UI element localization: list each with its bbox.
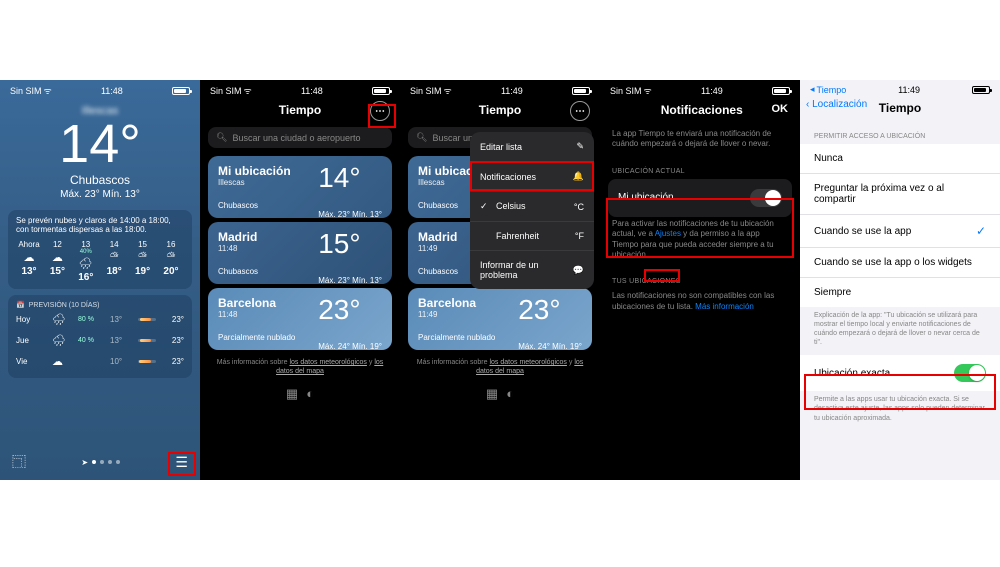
menu-celsius[interactable]: ✓Celsius°C (470, 192, 594, 222)
hour-column: 15⛅︎19° (130, 240, 156, 283)
search-icon: 🔍︎ (216, 132, 227, 143)
city-card[interactable]: Mi ubicaciónIllescasChubascos14°Máx. 23°… (208, 156, 392, 218)
back-button[interactable]: ‹ Localización (806, 99, 867, 110)
app-explanation: Explicación de la app: "Tu ubicación se … (800, 307, 1000, 355)
section-current-location: UBICACIÓN ACTUAL (600, 160, 800, 179)
twc-icon: ▦ (286, 386, 298, 402)
ok-button[interactable]: OK (772, 103, 789, 117)
day-row: Jue🌧40 %13°23° (16, 330, 184, 351)
menu-report-problem[interactable]: Informar de un problema💬 (470, 251, 594, 289)
city-card[interactable]: Madrid11:48Chubascos15°Máx. 23° Mín. 13° (208, 222, 392, 284)
hour-column: 14⛅︎18° (101, 240, 127, 283)
status-bar: Sin SIM ᯤ 11:48 (0, 80, 200, 99)
footer-link-meteo[interactable]: los datos meteorológicos (289, 359, 366, 366)
toggle-exact-location[interactable] (954, 364, 986, 382)
section-allow-access: PERMITIR ACCESO A UBICACIÓN (800, 123, 1000, 144)
context-menu: Editar lista✎ Notificaciones🔔 ✓Celsius°C… (470, 132, 594, 289)
screen-notifications: Sin SIM ᯤ11:49 Notificaciones OK La app … (600, 80, 800, 480)
battery-icon (172, 87, 190, 95)
more-button[interactable]: ⋯ (570, 101, 590, 121)
footer-text: Más información sobre los datos meteorol… (200, 354, 400, 380)
temp-minmax: Máx. 23° Mín. 13° (0, 189, 200, 200)
daily-card[interactable]: 📅 PREVISIÓN (10 DÍAS) Hoy🌧80 %13°23°Jue🌧4… (8, 295, 192, 378)
map-icon[interactable]: ⿹ (12, 452, 26, 472)
hour-column: Ahora☁︎13° (16, 240, 42, 283)
hour-column: 16⛅︎20° (158, 240, 184, 283)
locations-note: Las notificaciones no son compatibles co… (600, 289, 800, 322)
status-time: 11:48 (101, 86, 123, 96)
row-my-location: Mi ubicación (608, 179, 792, 217)
hour-column: 12☁︎15° (44, 240, 70, 283)
check-icon: ✓ (976, 224, 986, 238)
status-carrier: Sin SIM (10, 86, 42, 96)
menu-edit-list[interactable]: Editar lista✎ (470, 132, 594, 162)
screen-cities-menu: Sin SIM ᯤ11:49 Tiempo⋯ 🔍︎Buscar una ci M… (400, 80, 600, 480)
bottom-tabbar: ⿹ ➤ ☰ (0, 444, 200, 480)
hour-column: 1340%🌧16° (73, 240, 99, 283)
search-input[interactable]: 🔍︎Buscar una ciudad o aeropuerto (208, 127, 392, 148)
breadcrumb-icon: ◂ (810, 84, 815, 95)
settings-hint: Para activar las notificaciones de tu ub… (600, 217, 800, 271)
link-settings[interactable]: Ajustes (655, 229, 681, 238)
header-title: Tiempo ⋯ (200, 99, 400, 125)
page-title: Tiempo (879, 101, 921, 115)
menu-notifications[interactable]: Notificaciones🔔 (470, 162, 594, 192)
toggle-my-location[interactable] (750, 189, 782, 207)
exact-location-note: Permite a las apps usar tu ubicación exa… (800, 391, 1000, 430)
notif-description: La app Tiempo te enviará una notificació… (600, 127, 800, 160)
hourly-card[interactable]: Se prevén nubes y claros de 14:00 a 18:0… (8, 210, 192, 289)
check-icon: ✓ (480, 201, 492, 212)
list-icon[interactable]: ☰ (175, 454, 188, 471)
darksky-icon: ◐ (306, 386, 314, 402)
forecast-header: PREVISIÓN (10 DÍAS) (29, 302, 100, 309)
section-your-locations: TUS UBICACIONES (600, 270, 800, 289)
menu-fahrenheit[interactable]: Fahrenheit°F (470, 222, 594, 251)
option-row[interactable]: Nunca (800, 144, 1000, 174)
option-row[interactable]: Cuando se use la app✓ (800, 215, 1000, 248)
pencil-icon: ✎ (576, 141, 584, 152)
current-temperature: 14° (0, 117, 200, 171)
city-card[interactable]: Barcelona11:49Parcialmente nublado23°Máx… (408, 288, 592, 350)
current-condition: Chubascos (0, 173, 200, 187)
option-row[interactable]: Preguntar la próxima vez o al compartir (800, 174, 1000, 215)
screen-location-settings: ◂Tiempo11:49 ‹ Localización Tiempo PERMI… (800, 80, 1000, 480)
row-exact-location: Ubicación exacta (800, 355, 1000, 391)
chat-icon: 💬 (573, 265, 584, 276)
option-row[interactable]: Siempre (800, 278, 1000, 307)
calendar-icon: 📅 (16, 301, 25, 309)
screen-cities-list: Sin SIM ᯤ11:48 Tiempo ⋯ 🔍︎Buscar una ciu… (200, 80, 400, 480)
bell-icon: 🔔 (573, 171, 584, 182)
location-name: Illescas (0, 105, 200, 117)
city-card[interactable]: Barcelona11:48Parcialmente nublado23°Máx… (208, 288, 392, 350)
forecast-summary: Se prevén nubes y claros de 14:00 a 18:0… (16, 216, 184, 234)
day-row: Vie☁︎10°23° (16, 351, 184, 372)
day-row: Hoy🌧80 %13°23° (16, 309, 184, 330)
more-button[interactable]: ⋯ (370, 101, 390, 121)
location-arrow-icon: ➤ (81, 458, 88, 467)
screen-weather-main: Sin SIM ᯤ 11:48 Illescas 14° Chubascos M… (0, 80, 200, 480)
link-more-info[interactable]: Más información (695, 302, 754, 311)
option-row[interactable]: Cuando se use la app o los widgets (800, 248, 1000, 278)
search-icon: 🔍︎ (416, 132, 427, 143)
page-title: Notificaciones (632, 103, 772, 117)
